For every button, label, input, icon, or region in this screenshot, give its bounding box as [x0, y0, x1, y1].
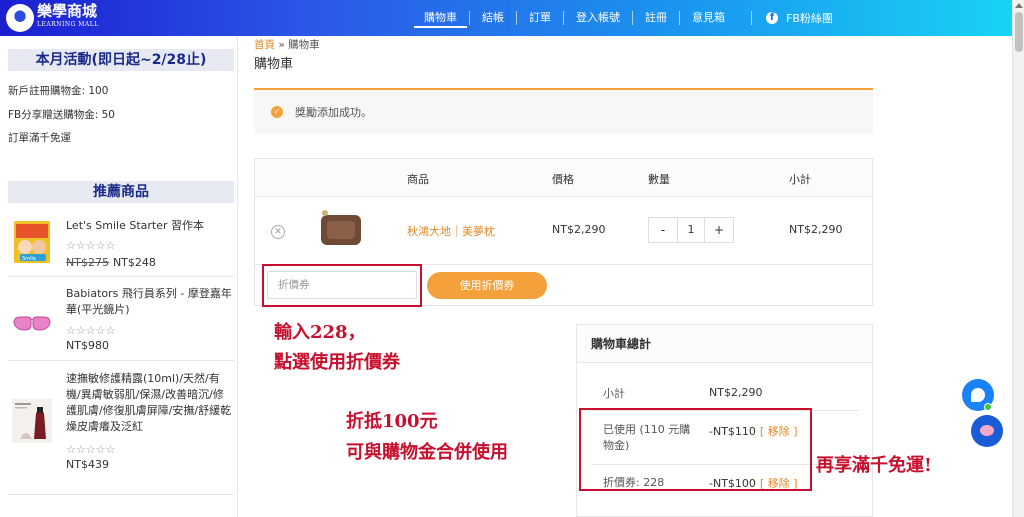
cart-row: ✕ 秋鴻大地｜美夢枕 NT$2,290 - 1 + NT$2,290 — [255, 197, 872, 265]
sunglasses-thumbnail[interactable] — [12, 303, 52, 347]
annotation-text: 可與購物金合併使用 — [346, 442, 508, 463]
column-header-product: 商品 — [407, 173, 429, 186]
nav-divider — [751, 11, 752, 25]
promo-line: 訂單滿千免運 — [8, 132, 71, 144]
fb-fanpage-link[interactable]: f FB粉絲團 — [766, 0, 833, 36]
product-item[interactable]: Babiators 飛行員系列 - 摩登嘉年華(平光鏡片) ☆☆☆☆☆ NT$9… — [8, 277, 234, 361]
product-price: NT$439 — [66, 458, 109, 471]
nav-login[interactable]: 登入帳號 — [564, 0, 632, 36]
annotation-text: 再享滿千免運! — [816, 455, 932, 476]
success-notice: ✓ 獎勵添加成功。 — [254, 88, 873, 134]
annotation-text: 輸入228， — [274, 322, 366, 343]
subtotal-value: NT$2,290 — [709, 386, 763, 399]
annotation-box-totals — [579, 408, 812, 491]
promo-line: 新戶註冊購物金: 100 — [8, 85, 109, 97]
promo-title: 本月活動(即日起~2/28止) — [8, 49, 234, 71]
remove-item-icon[interactable]: ✕ — [271, 225, 285, 239]
logo-tree-icon — [6, 4, 34, 32]
cart-table-header: 商品 價格 數量 小計 — [255, 159, 872, 197]
subtotal-label: 小計 — [603, 387, 625, 400]
sidebar: 本月活動(即日起~2/28止) 新戶註冊購物金: 100 FB分享贈送購物金: … — [0, 36, 238, 517]
piggy-bank-icon[interactable] — [971, 415, 1003, 447]
sale-price: NT$248 — [112, 256, 156, 269]
breadcrumb: 首頁 » 購物車 — [254, 37, 320, 52]
site-logo[interactable]: 樂學商城 LEARNING MALL — [6, 3, 99, 33]
page-title: 購物車 — [254, 57, 294, 72]
quantity-stepper[interactable]: - 1 + — [648, 217, 734, 243]
main-nav: 購物車 結帳 訂單 登入帳號 註冊 意見箱 — [412, 0, 752, 36]
column-header-subtotal: 小計 — [789, 173, 811, 186]
notice-text: 獎勵添加成功。 — [295, 106, 372, 119]
breadcrumb-separator: » — [278, 39, 285, 51]
annotation-text: 點選使用折價券 — [274, 352, 400, 373]
promo-line: FB分享贈送購物金: 50 — [8, 109, 115, 121]
page-scrollbar[interactable] — [1012, 0, 1024, 517]
product-name[interactable]: Babiators 飛行員系列 - 摩登嘉年華(平光鏡片) — [66, 286, 234, 318]
product-name[interactable]: 速撫敏修護精露(10ml)/天然/有機/異膚敏弱肌/保濕/改善暗沉/修護肌膚/修… — [66, 371, 234, 435]
nav-cart[interactable]: 購物車 — [412, 0, 469, 36]
breadcrumb-current: 購物車 — [288, 39, 320, 51]
qty-decrease-button[interactable]: - — [649, 218, 677, 242]
fb-link-label: FB粉絲團 — [786, 12, 833, 25]
nav-checkout[interactable]: 結帳 — [470, 0, 516, 36]
recommend-title: 推薦商品 — [8, 181, 234, 203]
facebook-icon: f — [766, 12, 778, 24]
nav-feedback[interactable]: 意見箱 — [680, 0, 737, 36]
product-name[interactable]: Let's Smile Starter 習作本 — [66, 218, 234, 234]
breadcrumb-home[interactable]: 首頁 — [254, 39, 275, 51]
scroll-up-arrow-icon[interactable] — [1015, 3, 1023, 8]
totals-row-subtotal: 小計 NT$2,290 — [591, 363, 859, 411]
cart-totals-title: 購物車總計 — [577, 325, 872, 363]
skincare-product-thumbnail[interactable] — [12, 399, 52, 443]
smile-workbook-thumbnail[interactable]: Smile — [12, 220, 52, 264]
column-header-price: 價格 — [552, 173, 574, 186]
product-price: NT$980 — [66, 339, 109, 352]
svg-text:Smile: Smile — [22, 256, 36, 262]
sale-price: NT$980 — [66, 339, 109, 352]
logo-subtitle: LEARNING MALL — [37, 21, 99, 28]
qty-value[interactable]: 1 — [677, 218, 705, 242]
apply-coupon-button[interactable]: 使用折價券 — [427, 272, 547, 299]
qty-increase-button[interactable]: + — [705, 218, 733, 242]
rating-stars: ☆☆☆☆☆ — [66, 239, 116, 252]
cart-item-price: NT$2,290 — [552, 223, 606, 236]
rating-stars: ☆☆☆☆☆ — [66, 324, 116, 337]
annotation-box-coupon-input — [262, 264, 422, 307]
check-icon: ✓ — [271, 106, 283, 118]
nav-register[interactable]: 註冊 — [633, 0, 679, 36]
top-navigation-bar: 樂學商城 LEARNING MALL 購物車 結帳 訂單 登入帳號 註冊 意見箱 … — [0, 0, 1012, 36]
rating-stars: ☆☆☆☆☆ — [66, 443, 116, 456]
product-item[interactable]: 速撫敏修護精露(10ml)/天然/有機/異膚敏弱肌/保濕/改善暗沉/修護肌膚/修… — [8, 361, 234, 495]
cart-product-link[interactable]: 秋鴻大地｜美夢枕 — [407, 223, 495, 239]
online-status-dot — [984, 403, 992, 411]
product-price: NT$275 NT$248 — [66, 256, 156, 269]
original-price: NT$275 — [66, 256, 109, 269]
scroll-thumb[interactable] — [1015, 12, 1023, 52]
annotation-text: 折抵100元 — [346, 411, 438, 432]
pillow-product-thumbnail[interactable] — [319, 209, 363, 249]
product-item[interactable]: Smile Let's Smile Starter 習作本 ☆☆☆☆☆ NT$2… — [8, 212, 234, 277]
nav-orders[interactable]: 訂單 — [517, 0, 563, 36]
sale-price: NT$439 — [66, 458, 109, 471]
cart-item-subtotal: NT$2,290 — [789, 223, 843, 236]
column-header-qty: 數量 — [648, 173, 670, 186]
